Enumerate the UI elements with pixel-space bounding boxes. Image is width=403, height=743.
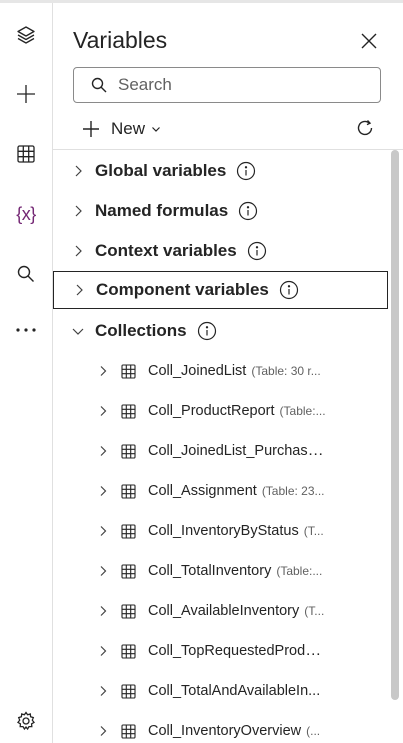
collection-item[interactable]: Coll_Assignment (Table: 23...: [53, 472, 388, 510]
table-icon: [121, 363, 136, 379]
new-button[interactable]: New: [81, 115, 161, 143]
table-icon: [121, 683, 136, 699]
chevron-right-icon: [75, 165, 82, 177]
table-icon: [121, 723, 136, 739]
new-button-label: New: [111, 119, 146, 138]
section-label: Context variables: [95, 241, 237, 260]
chevron-down-icon: [152, 127, 160, 132]
chevron-right-icon: [75, 205, 82, 217]
insert-button[interactable]: [6, 74, 46, 114]
more-icon: [16, 328, 36, 332]
collection-name: Coll_JoinedList: [148, 363, 247, 379]
collection-name: Coll_AvailableInventory: [148, 603, 300, 619]
section-component-variables[interactable]: Component variables: [53, 271, 388, 309]
section-label: Global variables: [95, 161, 227, 180]
section-global-variables[interactable]: Global variables: [53, 152, 388, 190]
search-box[interactable]: [73, 67, 381, 103]
chevron-right-icon: [100, 686, 107, 696]
section-label: Component variables: [96, 280, 269, 299]
section-context-variables[interactable]: Context variables: [53, 232, 388, 270]
refresh-button[interactable]: [351, 114, 379, 142]
search-icon: [17, 265, 34, 282]
section-collections[interactable]: Collections: [53, 312, 388, 350]
collection-item[interactable]: Coll_TotalInventory (Table:...: [53, 552, 388, 590]
chevron-right-icon: [75, 245, 82, 257]
table-icon: [121, 403, 136, 419]
collection-item[interactable]: Coll_InventoryOverview (...: [53, 712, 388, 743]
collection-name: Coll_Assignment: [148, 483, 257, 499]
collection-item[interactable]: Coll_AvailableInventory (T...: [53, 592, 388, 630]
table-icon: [121, 643, 136, 659]
collection-item[interactable]: Coll_ProductReport (Table:...: [53, 392, 388, 430]
collection-meta: (Table:...: [279, 404, 326, 418]
collection-meta: (Table:...: [276, 564, 323, 578]
collection-name: Coll_TotalInventory: [148, 563, 272, 579]
chevron-right-icon: [100, 526, 107, 536]
search-icon: [91, 77, 107, 93]
collection-item[interactable]: Coll_TotalAndAvailableIn...: [53, 672, 388, 710]
panel-title: Variables: [73, 27, 168, 53]
layers-icon: [17, 26, 35, 44]
refresh-icon: [357, 120, 373, 136]
settings-icon: [17, 711, 35, 731]
chevron-right-icon: [100, 566, 107, 576]
info-icon[interactable]: [238, 201, 258, 221]
table-icon: [121, 523, 136, 539]
scrollbar[interactable]: [391, 150, 399, 700]
variables-tree: Global variables Named formulas Context …: [53, 150, 390, 743]
chevron-right-icon: [100, 406, 107, 416]
info-icon[interactable]: [279, 280, 299, 300]
chevron-right-icon: [100, 726, 107, 736]
data-button[interactable]: [6, 134, 46, 174]
plus-icon: [83, 121, 99, 137]
chevron-right-icon: [100, 446, 107, 456]
table-icon: [121, 483, 136, 499]
section-named-formulas[interactable]: Named formulas: [53, 192, 388, 230]
collection-meta: (...: [306, 724, 321, 738]
close-button[interactable]: [351, 25, 387, 57]
collection-name: Coll_InventoryOverview: [148, 723, 302, 739]
collection-meta: (Table: 30 r...: [251, 364, 321, 378]
collection-item[interactable]: Coll_InventoryByStatus (T...: [53, 512, 388, 550]
collection-name: Coll_InventoryByStatus: [148, 523, 299, 539]
table-icon: [17, 145, 35, 163]
settings-button[interactable]: [6, 701, 46, 741]
tree-view-button[interactable]: [6, 15, 46, 55]
collection-name: Coll_JoinedList_Purchase...: [148, 443, 326, 459]
search-input[interactable]: [116, 74, 360, 96]
chevron-right-icon: [100, 646, 107, 656]
collection-name: Coll_TopRequestedProdu...: [148, 643, 326, 659]
collection-item[interactable]: Coll_JoinedList (Table: 30 r...: [53, 352, 388, 390]
chevron-right-icon: [76, 284, 83, 296]
more-button[interactable]: [6, 310, 46, 350]
chevron-right-icon: [100, 606, 107, 616]
collection-name: Coll_TotalAndAvailableIn...: [148, 683, 321, 699]
section-label: Named formulas: [95, 201, 229, 220]
search-rail-button[interactable]: [6, 254, 46, 294]
collection-meta: (T...: [303, 524, 324, 538]
info-icon[interactable]: [247, 241, 267, 261]
info-icon[interactable]: [236, 161, 256, 181]
collection-meta: (T...: [304, 604, 325, 618]
variables-panel: Variables New Global variables: [53, 3, 403, 743]
chevron-right-icon: [100, 486, 107, 496]
table-icon: [121, 563, 136, 579]
chevron-down-icon: [72, 328, 84, 335]
section-label: Collections: [95, 321, 187, 340]
variables-icon: {x}: [16, 203, 36, 224]
table-icon: [121, 603, 136, 619]
table-icon: [121, 443, 136, 459]
close-icon: [361, 33, 377, 49]
collection-item[interactable]: Coll_JoinedList_Purchase...: [53, 432, 388, 470]
collection-item[interactable]: Coll_TopRequestedProdu...: [53, 632, 388, 670]
chevron-right-icon: [100, 366, 107, 376]
plus-icon: [17, 85, 35, 103]
info-icon[interactable]: [197, 321, 217, 341]
variables-button[interactable]: {x}: [6, 194, 46, 234]
left-rail: {x}: [0, 3, 53, 743]
collection-meta: (Table: 23...: [261, 484, 325, 498]
collection-name: Coll_ProductReport: [148, 403, 275, 419]
